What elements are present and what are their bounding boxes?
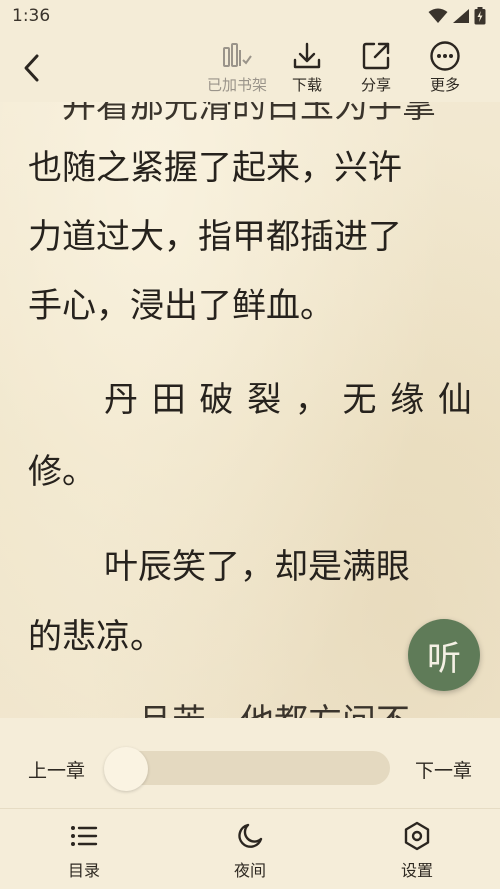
list-icon xyxy=(71,826,98,846)
top-toolbar: 已加书架 下载 分享 更多 xyxy=(0,34,500,102)
prev-chapter-button[interactable]: 上一章 xyxy=(28,756,85,783)
text-line: 叶辰笑了，却是满眼 xyxy=(104,547,410,587)
download-label: 下载 xyxy=(291,76,322,94)
settings-button[interactable]: 设置 xyxy=(372,821,462,881)
bookshelf-icon xyxy=(223,43,252,67)
text-line: 也随之紧握了起来，兴许 xyxy=(28,148,402,188)
added-to-shelf-label: 已加书架 xyxy=(206,76,267,94)
text-line: 丹 田 破 裂 ， 无 缘 仙 xyxy=(104,380,472,420)
text-line: 力道过大，指甲都插进了 xyxy=(28,217,402,257)
catalog-label: 目录 xyxy=(67,861,100,880)
more-button[interactable]: 更多 xyxy=(410,40,480,98)
wifi-icon xyxy=(428,8,448,23)
text-line: 修。 xyxy=(28,452,96,492)
listen-button[interactable]: 听 xyxy=(408,619,480,691)
clipped-bottom-line: 一旦苦，他都方问不 xyxy=(104,702,500,718)
status-bar: 1:36 xyxy=(0,0,500,34)
clipped-top-line: 并看那光滑的白玉为手掌 xyxy=(28,102,436,126)
chapter-progress-slider[interactable] xyxy=(106,751,390,785)
status-icons xyxy=(428,7,486,25)
bottom-nav: 目录 夜间 设置 xyxy=(0,809,500,889)
settings-label: 设置 xyxy=(400,861,433,880)
signal-icon xyxy=(453,9,469,23)
more-label: 更多 xyxy=(429,76,460,94)
share-label: 分享 xyxy=(360,76,391,94)
night-mode-button[interactable]: 夜间 xyxy=(205,821,295,881)
catalog-button[interactable]: 目录 xyxy=(39,821,129,881)
added-to-shelf-button[interactable]: 已加书架 xyxy=(202,40,272,98)
bottom-panel: 上一章 下一章 目录 夜间 设置 xyxy=(0,718,500,889)
more-icon xyxy=(430,41,460,71)
status-time: 1:36 xyxy=(12,6,51,26)
moon-icon xyxy=(238,823,263,848)
battery-icon xyxy=(474,7,486,25)
chapter-navigation: 上一章 下一章 xyxy=(0,718,500,809)
text-line: 的悲凉。 xyxy=(28,617,164,657)
slider-thumb[interactable] xyxy=(104,747,148,791)
download-button[interactable]: 下载 xyxy=(272,40,342,98)
download-icon xyxy=(293,42,321,69)
share-button[interactable]: 分享 xyxy=(341,40,411,98)
settings-hexagon-icon xyxy=(404,821,430,851)
night-mode-label: 夜间 xyxy=(233,861,266,880)
next-chapter-button[interactable]: 下一章 xyxy=(415,756,472,783)
text-line: 手心，浸出了鲜血。 xyxy=(28,286,334,326)
back-button[interactable] xyxy=(14,48,50,88)
share-icon xyxy=(362,42,390,70)
chevron-left-icon xyxy=(24,54,39,82)
listen-label: 听 xyxy=(427,638,461,679)
